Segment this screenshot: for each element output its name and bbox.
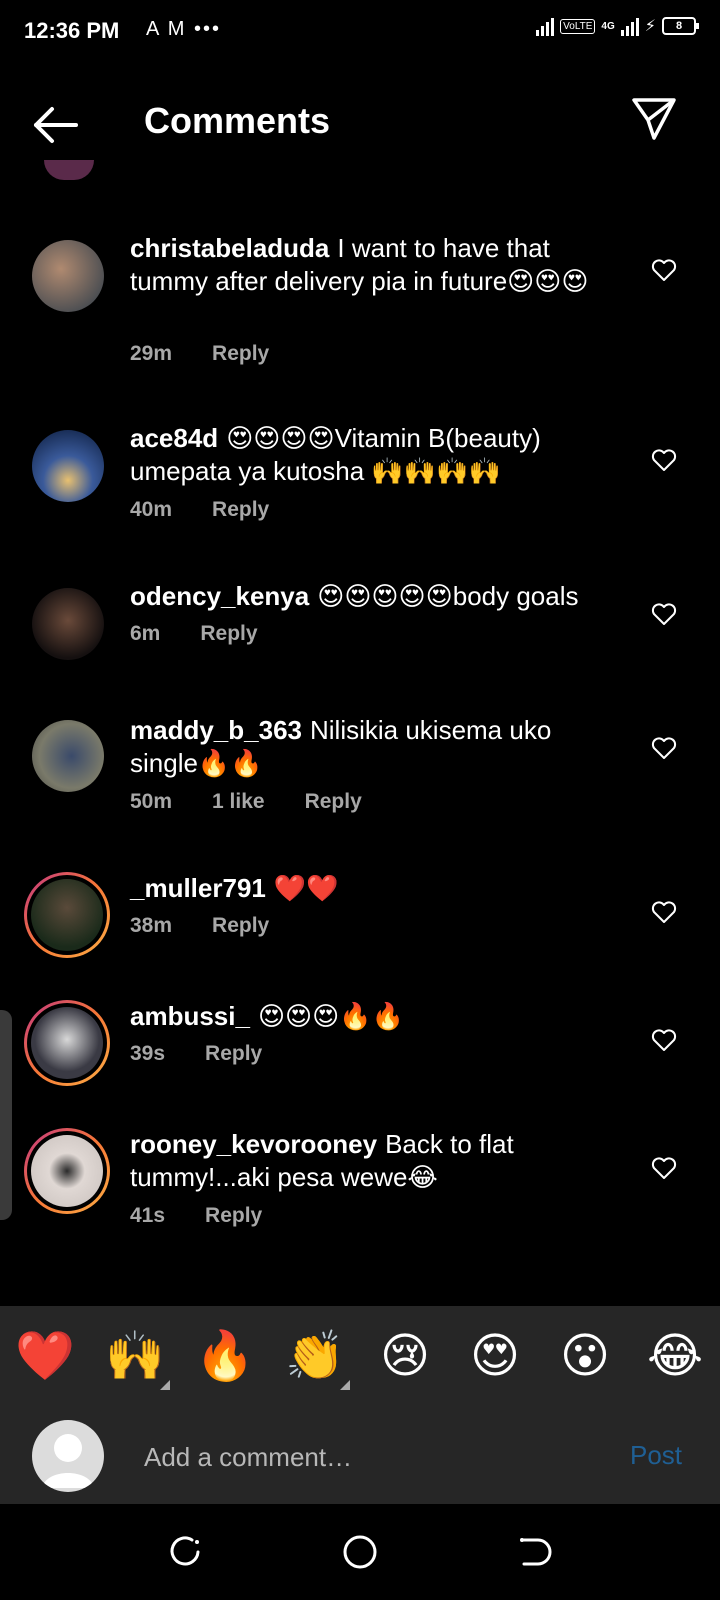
user-avatar xyxy=(32,1420,104,1492)
recents-button[interactable] xyxy=(164,1530,208,1574)
comment-username[interactable]: maddy_b_363 xyxy=(130,715,302,745)
comment-text: ❤️❤️ xyxy=(273,873,339,903)
like-button[interactable] xyxy=(651,1028,677,1052)
post-button[interactable]: Post xyxy=(630,1440,682,1471)
like-button[interactable] xyxy=(651,602,677,626)
heart-icon xyxy=(651,259,677,281)
avatar[interactable] xyxy=(24,1000,110,1086)
status-bar: 12:36 PM A M ••• VoLTE 4G ⚡ 8 xyxy=(0,0,720,64)
home-button[interactable] xyxy=(338,1530,382,1574)
emoji-fire-button[interactable]: 🔥 xyxy=(194,1328,256,1386)
reply-button[interactable]: Reply xyxy=(205,1204,262,1228)
reply-button[interactable]: Reply xyxy=(305,790,362,814)
comment-composer: Post xyxy=(0,1410,720,1504)
volte-badge: VoLTE xyxy=(560,18,596,34)
avatar[interactable] xyxy=(24,1128,110,1214)
like-button[interactable] xyxy=(651,736,677,760)
emoji-cry-button[interactable]: 😢 xyxy=(374,1328,436,1386)
comment-time: 38m xyxy=(130,914,173,937)
back-arrow-icon xyxy=(34,107,78,143)
recents-icon xyxy=(170,1536,200,1566)
comment-username[interactable]: _muller791 xyxy=(130,873,266,903)
avatar[interactable] xyxy=(32,588,104,660)
avatar[interactable] xyxy=(24,872,110,958)
comment-meta: 29m Reply xyxy=(130,342,269,366)
signal-icon-2 xyxy=(620,16,639,36)
comment-time: 39s xyxy=(130,1042,166,1065)
comment-time: 41s xyxy=(130,1204,166,1227)
comment-username[interactable]: christabeladuda xyxy=(130,233,329,263)
charging-icon: ⚡ xyxy=(644,18,656,35)
comment-time: 50m xyxy=(130,790,173,813)
comment-meta: 6m Reply xyxy=(130,622,258,646)
default-avatar-icon xyxy=(42,1434,94,1488)
comment-meta: 40m Reply xyxy=(130,498,269,522)
reply-button[interactable]: Reply xyxy=(200,622,257,646)
comment-username[interactable]: rooney_kevorooney xyxy=(130,1129,377,1159)
emoji-reaction-bar: ❤️ 🙌 🔥 👏 😢 😍 😮 😂 xyxy=(0,1306,720,1410)
avatar-photo xyxy=(31,879,103,951)
status-indicators: VoLTE 4G ⚡ 8 xyxy=(536,16,699,36)
notification-icons: A M ••• xyxy=(146,18,222,40)
emoji-heart-eyes-button[interactable]: 😍 xyxy=(464,1328,526,1386)
skin-tone-indicator xyxy=(160,1380,170,1390)
emoji-heart-button[interactable]: ❤️ xyxy=(14,1328,76,1386)
reply-button[interactable]: Reply xyxy=(212,342,269,366)
comment-meta: 39s Reply xyxy=(130,1042,262,1066)
signal-icon xyxy=(536,16,555,36)
network-gen: 4G xyxy=(601,20,615,32)
comment-username[interactable]: ambussi_ xyxy=(130,1001,250,1031)
home-icon xyxy=(343,1535,377,1569)
avatar-photo xyxy=(31,1135,103,1207)
like-button[interactable] xyxy=(651,900,677,924)
like-button[interactable] xyxy=(651,448,677,472)
comment-username[interactable]: odency_kenya xyxy=(130,581,309,611)
battery-icon: 8 xyxy=(662,17,699,35)
like-count[interactable]: 1 like xyxy=(212,790,265,814)
page-title: Comments xyxy=(144,100,331,141)
comment-time: 40m xyxy=(130,498,173,521)
system-nav-bar xyxy=(0,1504,720,1600)
heart-icon xyxy=(651,901,677,923)
comment-meta: 50m 1 like Reply xyxy=(130,790,362,814)
avatar[interactable] xyxy=(32,720,104,792)
comment-time: 29m xyxy=(130,342,173,365)
reply-button[interactable]: Reply xyxy=(212,498,269,522)
emoji-laugh-button[interactable]: 😂 xyxy=(644,1328,706,1386)
comment-username[interactable]: ace84d xyxy=(130,423,218,453)
comments-header: Comments xyxy=(0,64,720,184)
comment-text: 😍😍😍😍😍body goals xyxy=(317,581,579,611)
edge-panel-handle[interactable] xyxy=(0,1010,12,1220)
avatar-photo xyxy=(31,1007,103,1079)
heart-icon xyxy=(651,737,677,759)
back-nav-button[interactable] xyxy=(512,1530,556,1574)
like-button[interactable] xyxy=(651,258,677,282)
heart-icon xyxy=(651,603,677,625)
comment-text: 😍😍😍🔥🔥 xyxy=(257,1001,405,1031)
emoji-surprised-button[interactable]: 😮 xyxy=(554,1328,616,1386)
emoji-clap-button[interactable]: 👏 xyxy=(284,1328,346,1386)
comment-input[interactable] xyxy=(142,1436,586,1478)
send-icon xyxy=(632,98,676,140)
reply-button[interactable]: Reply xyxy=(212,914,269,938)
like-button[interactable] xyxy=(651,1156,677,1180)
comment-meta: 41s Reply xyxy=(130,1204,262,1228)
reply-button[interactable]: Reply xyxy=(205,1042,262,1066)
heart-icon xyxy=(651,1029,677,1051)
avatar[interactable] xyxy=(32,430,104,502)
back-button[interactable] xyxy=(30,102,80,148)
avatar[interactable] xyxy=(32,240,104,312)
heart-icon xyxy=(651,1157,677,1179)
back-nav-icon xyxy=(520,1538,552,1566)
share-button[interactable] xyxy=(630,94,678,142)
comment-meta: 38m Reply xyxy=(130,914,269,938)
status-time: 12:36 PM xyxy=(24,18,120,43)
emoji-raised-hands-button[interactable]: 🙌 xyxy=(104,1328,166,1386)
skin-tone-indicator xyxy=(340,1380,350,1390)
comment-time: 6m xyxy=(130,622,161,645)
heart-icon xyxy=(651,449,677,471)
